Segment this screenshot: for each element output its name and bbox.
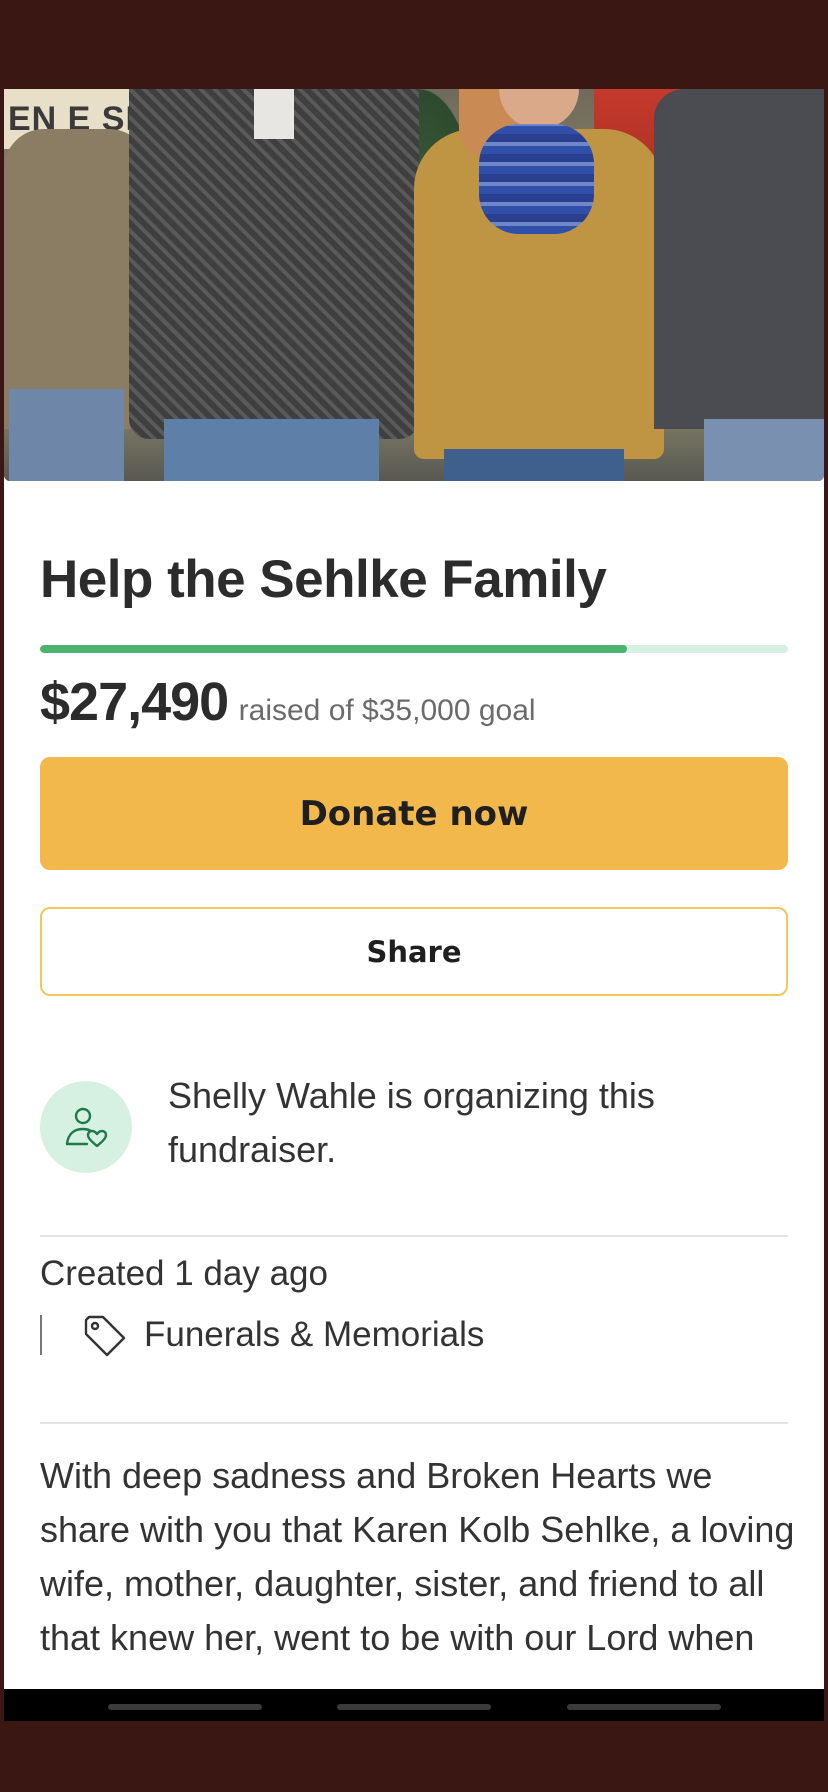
person-3-scarf xyxy=(479,124,594,234)
person-2-collar xyxy=(254,89,294,139)
divider xyxy=(40,1422,788,1424)
person-1-jeans xyxy=(9,389,124,481)
organizer-text: Shelly Wahle is organizing this fundrais… xyxy=(168,1075,655,1170)
progress-bar xyxy=(40,645,788,653)
created-date: Created 1 day ago xyxy=(40,1254,328,1293)
person-4-jeans xyxy=(704,419,824,481)
system-nav-bar xyxy=(4,1689,824,1721)
goal-text: raised of $35,000 goal xyxy=(238,694,536,727)
donate-button[interactable]: Donate now xyxy=(40,757,788,870)
organizer-avatar xyxy=(40,1081,132,1173)
amount-raised: $27,490 xyxy=(40,672,229,732)
divider xyxy=(40,1235,788,1237)
amount-row: $27,490 raised of $35,000 goal xyxy=(40,671,536,733)
person-2-jeans xyxy=(164,419,379,481)
person-4 xyxy=(654,89,824,429)
campaign-title: Help the Sehlke Family xyxy=(40,550,607,609)
person-2 xyxy=(129,89,419,439)
person-1 xyxy=(4,129,149,429)
fundraiser-page: EN E SH Help the Sehlke Family $27,490 r… xyxy=(4,89,824,1689)
hero-photo: EN E SH xyxy=(4,89,824,481)
nav-indicator xyxy=(337,1704,491,1710)
share-button[interactable]: Share xyxy=(40,907,788,996)
nav-indicator xyxy=(567,1704,721,1710)
person-heart-icon xyxy=(65,1107,108,1148)
separator xyxy=(40,1315,42,1355)
category-row[interactable]: Funerals & Memorials xyxy=(40,1305,484,1365)
progress-fill xyxy=(40,645,628,653)
person-3-jeans xyxy=(444,449,624,481)
nav-indicator xyxy=(108,1704,262,1710)
story-text: With deep sadness and Broken Hearts we s… xyxy=(40,1455,795,1658)
tag-icon xyxy=(84,1315,126,1357)
category-label[interactable]: Funerals & Memorials xyxy=(144,1315,484,1355)
